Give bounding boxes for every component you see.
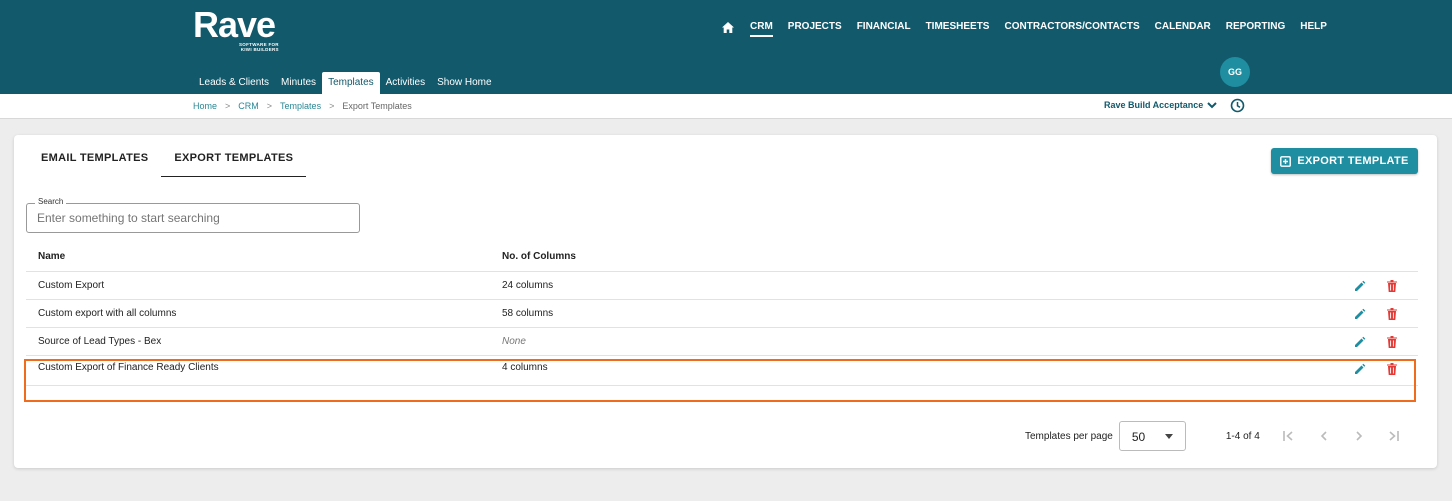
breadcrumb-bar: Home > CRM > Templates > Export Template…	[0, 94, 1452, 119]
edit-pencil-icon[interactable]	[1353, 335, 1367, 349]
subnav-activities[interactable]: Activities	[380, 72, 431, 94]
user-avatar[interactable]: GG	[1220, 57, 1250, 87]
logo-text: Rave	[193, 4, 276, 45]
breadcrumb-separator: >	[266, 101, 273, 111]
export-template-button[interactable]: EXPORT TEMPLATE	[1271, 148, 1418, 174]
logo-tagline: SOFTWARE FOR KIWI BUILDERS	[239, 42, 279, 52]
breadcrumb-home[interactable]: Home	[193, 101, 217, 111]
history-clock-icon[interactable]	[1230, 98, 1245, 113]
rave-logo[interactable]: Rave SOFTWARE FOR KIWI BUILDERS	[193, 4, 279, 53]
home-icon[interactable]	[722, 20, 738, 34]
delete-trash-icon[interactable]	[1385, 335, 1399, 349]
table-row[interactable]: Custom Export of Finance Ready Clients 4…	[26, 356, 1418, 386]
subnav-leads-clients[interactable]: Leads & Clients	[193, 72, 275, 94]
tab-export-templates[interactable]: EXPORT TEMPLATES	[161, 135, 307, 177]
templates-table: Name No. of Columns Custom Export 24 col…	[26, 242, 1418, 386]
nav-calendar[interactable]: CALENDAR	[1155, 20, 1211, 34]
next-page-icon[interactable]	[1353, 430, 1365, 442]
delete-trash-icon[interactable]	[1385, 362, 1399, 376]
delete-trash-icon[interactable]	[1385, 307, 1399, 321]
breadcrumb-separator: >	[329, 101, 335, 111]
last-page-icon[interactable]	[1388, 430, 1400, 442]
edit-pencil-icon[interactable]	[1353, 279, 1367, 293]
nav-reporting[interactable]: REPORTING	[1226, 20, 1285, 34]
nav-projects[interactable]: PROJECTS	[788, 20, 842, 34]
edit-pencil-icon[interactable]	[1353, 362, 1367, 376]
add-box-icon	[1280, 155, 1292, 167]
row-actions	[1353, 362, 1399, 376]
row-actions	[1353, 307, 1399, 321]
main-nav: CRM PROJECTS FINANCIAL TIMESHEETS CONTRA…	[722, 20, 1342, 37]
org-selector-label: Rave Build Acceptance	[1104, 100, 1204, 110]
table-row[interactable]: Source of Lead Types - Bex None	[26, 328, 1418, 356]
nav-financial[interactable]: FINANCIAL	[857, 20, 911, 34]
breadcrumb-crm[interactable]: CRM	[238, 101, 259, 111]
dropdown-caret-icon	[1164, 434, 1173, 439]
pagination: Templates per page 50 1-4 of 4	[1025, 421, 1400, 451]
templates-card: EMAIL TEMPLATES EXPORT TEMPLATES EXPORT …	[14, 135, 1437, 468]
breadcrumb-separator: >	[225, 101, 231, 111]
row-columns: 58 columns	[502, 308, 554, 319]
export-template-label: EXPORT TEMPLATE	[1297, 155, 1409, 167]
nav-timesheets[interactable]: TIMESHEETS	[926, 20, 990, 34]
nav-help[interactable]: HELP	[1300, 20, 1327, 34]
row-name: Custom Export of Finance Ready Clients	[38, 362, 219, 373]
subnav-show-home[interactable]: Show Home	[431, 72, 497, 94]
table-row[interactable]: Custom Export 24 columns	[26, 272, 1418, 300]
delete-trash-icon[interactable]	[1385, 279, 1399, 293]
org-selector[interactable]: Rave Build Acceptance	[1104, 100, 1217, 110]
search-field[interactable]: Search	[26, 197, 360, 233]
search-label: Search	[35, 197, 67, 206]
prev-page-icon[interactable]	[1318, 430, 1330, 442]
nav-crm[interactable]: CRM	[750, 20, 773, 37]
table-row[interactable]: Custom export with all columns 58 column…	[26, 300, 1418, 328]
row-name: Source of Lead Types - Bex	[38, 336, 162, 347]
subnav-templates[interactable]: Templates	[322, 72, 380, 94]
page-range: 1-4 of 4	[1225, 430, 1260, 442]
breadcrumb: Home > CRM > Templates > Export Template…	[193, 101, 412, 111]
template-tabs: EMAIL TEMPLATES EXPORT TEMPLATES	[28, 135, 307, 177]
per-page-value: 50	[1131, 430, 1146, 444]
row-columns: 24 columns	[502, 280, 554, 291]
per-page-label: Templates per page	[1025, 430, 1113, 442]
tab-email-templates[interactable]: EMAIL TEMPLATES	[28, 135, 161, 177]
breadcrumb-templates[interactable]: Templates	[280, 101, 321, 111]
row-name: Custom Export	[38, 280, 105, 291]
sub-nav: Leads & Clients Minutes Templates Activi…	[193, 70, 498, 94]
table-header: Name No. of Columns	[26, 242, 1418, 272]
row-actions	[1353, 279, 1399, 293]
row-actions	[1353, 335, 1399, 349]
row-columns: 4 columns	[502, 362, 548, 373]
breadcrumb-current: Export Templates	[342, 101, 412, 111]
row-name: Custom export with all columns	[38, 308, 177, 319]
subnav-minutes[interactable]: Minutes	[275, 72, 322, 94]
chevron-down-icon	[1207, 101, 1217, 109]
first-page-icon[interactable]	[1283, 430, 1295, 442]
header-columns[interactable]: No. of Columns	[502, 251, 576, 262]
nav-contractors-contacts[interactable]: CONTRACTORS/CONTACTS	[1004, 20, 1139, 34]
row-columns: None	[502, 336, 526, 347]
header-name[interactable]: Name	[38, 251, 65, 262]
top-header: Rave SOFTWARE FOR KIWI BUILDERS CRM PROJ…	[0, 0, 1452, 94]
search-input[interactable]	[37, 211, 337, 225]
edit-pencil-icon[interactable]	[1353, 307, 1367, 321]
per-page-select[interactable]: 50	[1118, 421, 1186, 451]
